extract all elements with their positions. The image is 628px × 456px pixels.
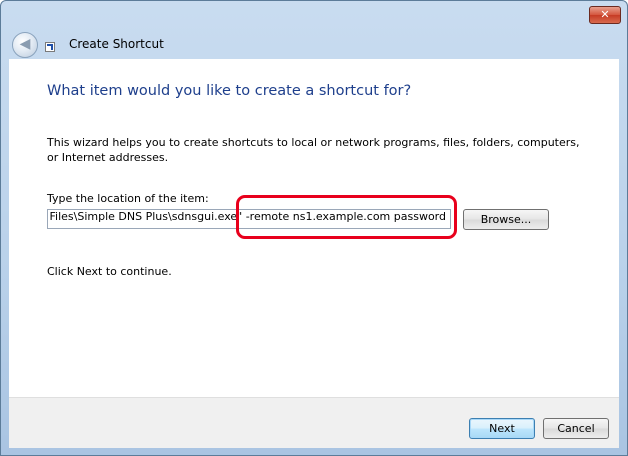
continue-instruction: Click Next to continue. xyxy=(47,265,172,278)
back-button[interactable]: ◀ xyxy=(12,32,38,58)
create-shortcut-window: ✕ ◀ Create Shortcut What item would you … xyxy=(0,0,628,456)
wizard-content: What item would you like to create a sho… xyxy=(9,59,619,397)
location-label: Type the location of the item: xyxy=(47,192,209,205)
back-arrow-icon: ◀ xyxy=(19,36,31,52)
location-input-value: "C:\Program Files\Simple DNS Plus\sdnsgu… xyxy=(48,210,446,223)
browse-button[interactable]: Browse... xyxy=(463,209,549,230)
location-input[interactable]: "C:\Program Files\Simple DNS Plus\sdnsgu… xyxy=(47,209,451,229)
wizard-footer: Next Cancel xyxy=(9,397,619,448)
page-heading: What item would you like to create a sho… xyxy=(47,83,412,99)
close-icon: ✕ xyxy=(600,8,610,21)
next-button[interactable]: Next xyxy=(469,418,535,439)
shortcut-icon xyxy=(45,42,55,52)
wizard-title: Create Shortcut xyxy=(69,37,164,51)
close-button[interactable]: ✕ xyxy=(589,6,621,24)
wizard-header: ◀ Create Shortcut xyxy=(1,29,627,59)
wizard-description: This wizard helps you to create shortcut… xyxy=(47,136,580,164)
cancel-button[interactable]: Cancel xyxy=(543,418,609,439)
title-bar: ✕ xyxy=(1,1,627,29)
